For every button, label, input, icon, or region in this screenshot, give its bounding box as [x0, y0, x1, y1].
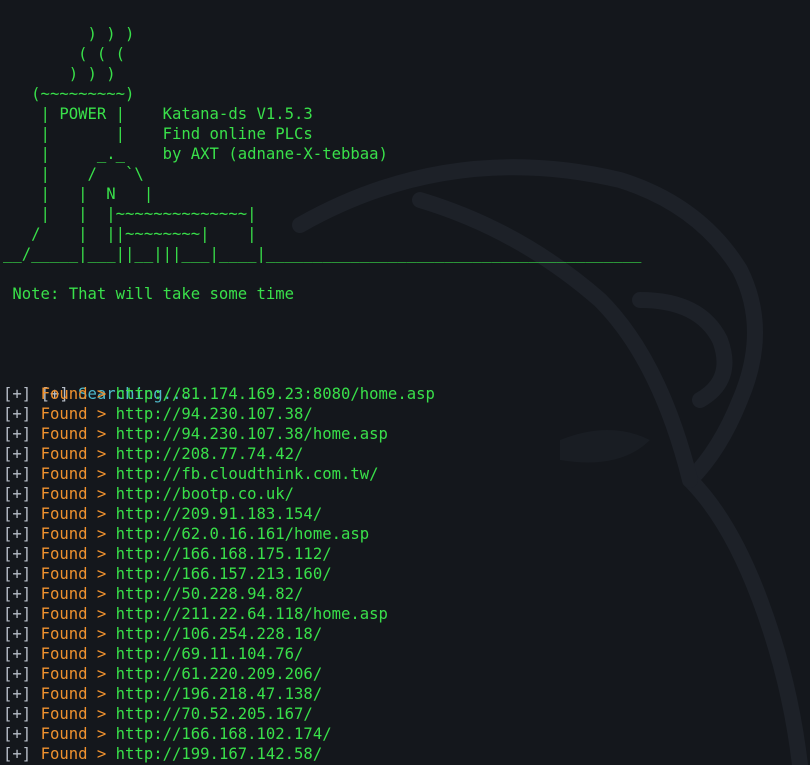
found-label: Found >: [40, 425, 107, 443]
found-entry: [+] Found > http://106.254.228.18/: [3, 624, 322, 644]
found-entry: [+] Found > http://50.228.94.82/: [3, 584, 303, 604]
entry-prefix: [+]: [3, 565, 32, 583]
found-entry: [+] Found > http://211.22.64.118/home.as…: [3, 604, 388, 624]
found-label: Found >: [40, 445, 107, 463]
banner-line: ( ( (: [3, 45, 126, 63]
found-entry: [+] Found > http://61.220.209.206/: [3, 664, 322, 684]
found-entry: [+] Found > http://94.230.107.38/: [3, 404, 313, 424]
found-url[interactable]: http://166.168.102.174/: [116, 725, 332, 743]
found-url[interactable]: http://61.220.209.206/: [116, 665, 323, 683]
banner-line: | | |~~~~~~~~~~~~~~|: [3, 205, 257, 223]
found-label: Found >: [40, 545, 107, 563]
banner-line: | | N |: [3, 185, 154, 203]
entry-prefix: [+]: [3, 725, 32, 743]
found-entry: [+] Found > http://196.218.47.138/: [3, 684, 322, 704]
found-entry: [+] Found > http://bootp.co.uk/: [3, 484, 294, 504]
entry-prefix: [+]: [3, 585, 32, 603]
found-label: Found >: [40, 605, 107, 623]
entry-prefix: [+]: [3, 465, 32, 483]
entry-prefix: [+]: [3, 605, 32, 623]
found-url[interactable]: http://81.174.169.23:8080/home.asp: [116, 385, 435, 403]
entry-prefix: [+]: [3, 545, 32, 563]
found-entry: [+] Found > http://70.52.205.167/: [3, 704, 313, 724]
found-entry: [+] Found > http://94.230.107.38/home.as…: [3, 424, 388, 444]
found-url[interactable]: http://94.230.107.38/: [116, 405, 313, 423]
found-label: Found >: [40, 645, 107, 663]
found-entry: [+] Found > http://209.91.183.154/: [3, 504, 322, 524]
found-label: Found >: [40, 465, 107, 483]
entry-prefix: [+]: [3, 685, 32, 703]
found-label: Found >: [40, 505, 107, 523]
found-url[interactable]: http://fb.cloudthink.com.tw/: [116, 465, 379, 483]
found-label: Found >: [40, 405, 107, 423]
found-entry: [+] Found > http://69.11.104.76/: [3, 644, 303, 664]
entry-prefix: [+]: [3, 705, 32, 723]
found-entry: [+] Found > http://166.168.175.112/: [3, 544, 332, 564]
entry-prefix: [+]: [3, 505, 32, 523]
found-url[interactable]: http://196.218.47.138/: [116, 685, 323, 703]
note-text: Note: That will take some time: [3, 285, 295, 303]
banner-line: | / `\: [3, 165, 144, 183]
entry-prefix: [+]: [3, 425, 32, 443]
searching-line: [+] Searching...: [3, 364, 191, 403]
found-label: Found >: [40, 385, 107, 403]
banner-line: __/_____|___||__|||___|____|____________…: [3, 245, 642, 263]
found-entry: [+] Found > http://62.0.16.161/home.asp: [3, 524, 369, 544]
entry-prefix: [+]: [3, 525, 32, 543]
entry-prefix: [+]: [3, 665, 32, 683]
found-url[interactable]: http://69.11.104.76/: [116, 645, 304, 663]
found-label: Found >: [40, 745, 107, 763]
found-url[interactable]: http://199.167.142.58/: [116, 745, 323, 763]
found-url[interactable]: http://166.168.175.112/: [116, 545, 332, 563]
found-label: Found >: [40, 705, 107, 723]
banner-line: | _._ by AXT (adnane-X-tebbaa): [3, 145, 388, 163]
found-entry: [+] Found > http://199.167.142.58/: [3, 744, 322, 764]
banner-line: ) ) ): [3, 65, 116, 83]
found-url[interactable]: http://bootp.co.uk/: [116, 485, 294, 503]
entry-prefix: [+]: [3, 625, 32, 643]
found-entry: [+] Found > http://208.77.74.42/: [3, 444, 303, 464]
banner-line: (~~~~~~~~~): [3, 85, 135, 103]
banner-line: / | ||~~~~~~~~| |: [3, 225, 257, 243]
entry-prefix: [+]: [3, 445, 32, 463]
found-label: Found >: [40, 585, 107, 603]
entry-prefix: [+]: [3, 745, 32, 763]
found-label: Found >: [40, 665, 107, 683]
found-label: Found >: [40, 725, 107, 743]
found-url[interactable]: http://70.52.205.167/: [116, 705, 313, 723]
found-label: Found >: [40, 625, 107, 643]
found-url[interactable]: http://166.157.213.160/: [116, 565, 332, 583]
found-url[interactable]: http://50.228.94.82/: [116, 585, 304, 603]
found-entry: [+] Found > http://166.157.213.160/: [3, 564, 332, 584]
found-url[interactable]: http://211.22.64.118/home.asp: [116, 605, 388, 623]
found-label: Found >: [40, 485, 107, 503]
found-url[interactable]: http://209.91.183.154/: [116, 505, 323, 523]
found-url[interactable]: http://106.254.228.18/: [116, 625, 323, 643]
found-entry: [+] Found > http://81.174.169.23:8080/ho…: [3, 384, 435, 404]
found-label: Found >: [40, 525, 107, 543]
banner-line: | | Find online PLCs: [3, 125, 313, 143]
found-url[interactable]: http://94.230.107.38/home.asp: [116, 425, 388, 443]
found-entry: [+] Found > http://fb.cloudthink.com.tw/: [3, 464, 379, 484]
terminal-window[interactable]: ) ) ) ( ( ( ) ) ) (~~~~~~~~~) | POWER | …: [0, 0, 810, 765]
banner-line: | POWER | Katana-ds V1.5.3: [3, 105, 313, 123]
found-label: Found >: [40, 565, 107, 583]
found-entry: [+] Found > http://166.168.102.174/: [3, 724, 332, 744]
entry-prefix: [+]: [3, 385, 32, 403]
banner-line: ) ) ): [3, 25, 135, 43]
entry-prefix: [+]: [3, 485, 32, 503]
found-label: Found >: [40, 685, 107, 703]
entry-prefix: [+]: [3, 645, 32, 663]
found-url[interactable]: http://62.0.16.161/home.asp: [116, 525, 369, 543]
entry-prefix: [+]: [3, 405, 32, 423]
found-url[interactable]: http://208.77.74.42/: [116, 445, 304, 463]
